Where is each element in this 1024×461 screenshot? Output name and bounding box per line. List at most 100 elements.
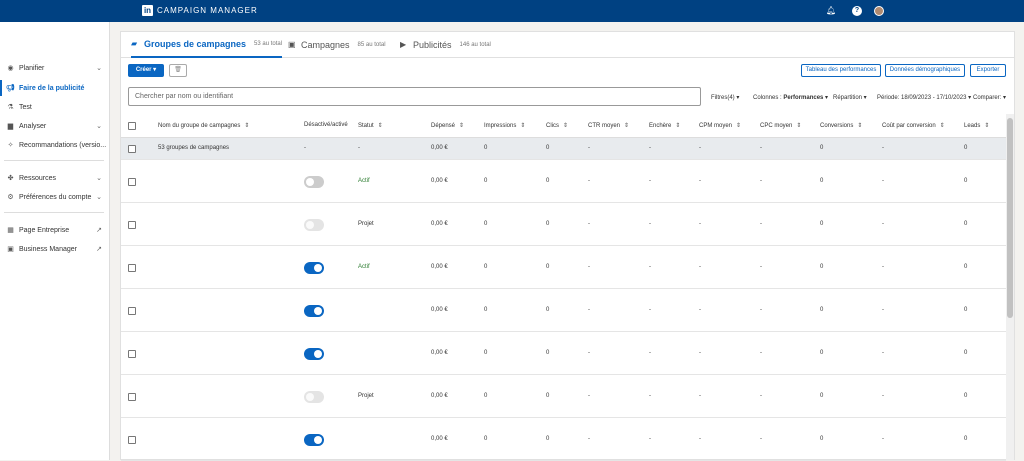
row-checkbox[interactable]: [128, 264, 136, 272]
select-all-checkbox[interactable]: [128, 122, 136, 130]
status-toggle[interactable]: [304, 262, 324, 274]
col-bid[interactable]: Enchère ⇕: [649, 122, 680, 129]
row-cost-per-conv: -: [882, 436, 884, 442]
gear-icon: ⚙: [7, 193, 14, 201]
compare-label: Comparer:: [973, 95, 1002, 101]
tab-groupes-de-campagnes[interactable]: ▰ Groupes de campagnes 53 au total: [131, 32, 283, 58]
row-checkbox[interactable]: [128, 436, 136, 444]
bell-icon[interactable]: 🔔︎: [826, 6, 836, 16]
sidebar-item-label: Recommandations (versio...: [19, 141, 107, 149]
toggle-knob: [314, 307, 322, 315]
create-label: Créer: [135, 67, 152, 73]
row-cost-per-conv: -: [882, 307, 884, 313]
sidebar-item-analyser[interactable]: ▆ Analyser ⌄: [0, 118, 110, 134]
sidebar-item-business-manager[interactable]: ▣ Business Manager ↗: [0, 241, 110, 257]
table-row[interactable]: Projet 0,00 € 0 0 - - - - 0 - 0: [121, 203, 1006, 246]
table-row[interactable]: Actif 0,00 € 0 0 - - - - 0 - 0: [121, 246, 1006, 289]
col-conversions[interactable]: Conversions ⇕: [820, 122, 862, 129]
table-row[interactable]: 0,00 € 0 0 - - - - 0 - 0: [121, 418, 1006, 461]
scrollbar[interactable]: [1006, 114, 1014, 460]
sidebar-item-label: Préférences du compte: [19, 193, 92, 201]
tab-label: Groupes de campagnes: [144, 39, 247, 49]
col-name[interactable]: Nom du groupe de campagnes ⇕: [158, 122, 249, 129]
demographics-button[interactable]: Données démographiques: [885, 64, 965, 77]
search-input[interactable]: Chercher par nom ou identifiant: [128, 87, 701, 106]
summary-ctr: -: [588, 145, 590, 151]
row-leads: 0: [964, 436, 968, 442]
row-clicks: 0: [546, 221, 550, 227]
building-icon: ▦: [7, 226, 14, 234]
row-checkbox[interactable]: [128, 145, 136, 153]
sort-icon: ⇕: [857, 123, 863, 129]
col-cpm[interactable]: CPM moyen ⇕: [699, 122, 741, 129]
sidebar-item-label: Test: [19, 103, 32, 111]
sidebar-item-recommandations[interactable]: ✧ Recommandations (versio...: [0, 137, 110, 153]
row-status: Projet: [358, 393, 374, 399]
scrollbar-thumb[interactable]: [1007, 118, 1013, 318]
performance-chart-button[interactable]: Tableau des performances: [801, 64, 881, 77]
row-checkbox[interactable]: [128, 307, 136, 315]
summary-cpm: -: [699, 145, 701, 151]
period-dropdown[interactable]: Période: 18/09/2023 - 17/10/2023 ▾: [877, 94, 971, 101]
col-clicks[interactable]: Clics ⇕: [546, 122, 568, 129]
row-checkbox[interactable]: [128, 221, 136, 229]
row-bid: -: [649, 393, 651, 399]
status-toggle[interactable]: [304, 305, 324, 317]
row-cost-per-conv: -: [882, 393, 884, 399]
help-icon[interactable]: ?: [852, 6, 862, 16]
columns-dropdown[interactable]: Colonnes : Performances ▾: [753, 94, 828, 101]
col-leads[interactable]: Leads ⇕: [964, 122, 989, 129]
table-row[interactable]: 0,00 € 0 0 - - - - 0 - 0: [121, 289, 1006, 332]
sidebar-item-preferences[interactable]: ⚙ Préférences du compte ⌄: [0, 189, 110, 205]
row-cost-per-conv: -: [882, 350, 884, 356]
shapes-icon: ✤: [7, 174, 14, 182]
sidebar-item-ressources[interactable]: ✤ Ressources ⌄: [0, 170, 110, 186]
sidebar-item-planifier[interactable]: ◉ Planifier ⌄: [0, 60, 110, 76]
col-impressions[interactable]: Impressions ⇕: [484, 122, 525, 129]
row-leads: 0: [964, 221, 968, 227]
row-impressions: 0: [484, 393, 488, 399]
toggle-knob: [314, 264, 322, 272]
sidebar-item-faire-de-la-publicite[interactable]: 📢︎ Faire de la publicité: [0, 80, 110, 96]
row-checkbox[interactable]: [128, 350, 136, 358]
status-toggle[interactable]: [304, 348, 324, 360]
row-spent: 0,00 €: [431, 264, 448, 270]
status-toggle[interactable]: [304, 219, 324, 231]
toggle-knob: [306, 393, 314, 401]
row-cpc: -: [760, 221, 762, 227]
filters-dropdown[interactable]: Filtres(4) ▾: [711, 94, 739, 101]
status-toggle[interactable]: [304, 176, 324, 188]
create-button[interactable]: Créer ▾: [128, 64, 164, 77]
col-status[interactable]: Statut ⇕: [358, 122, 383, 129]
delete-button[interactable]: 🗑︎: [169, 64, 187, 77]
table-row[interactable]: 0,00 € 0 0 - - - - 0 - 0: [121, 332, 1006, 375]
col-ctr[interactable]: CTR moyen ⇕: [588, 122, 629, 129]
row-conversions: 0: [820, 178, 824, 184]
sort-icon: ⇕: [563, 123, 569, 129]
row-cpc: -: [760, 264, 762, 270]
sidebar-item-test[interactable]: ⚗ Test: [0, 99, 110, 115]
breakdown-dropdown[interactable]: Répartition ▾: [833, 94, 867, 101]
export-button[interactable]: Exporter: [970, 64, 1006, 77]
table-row[interactable]: Actif 0,00 € 0 0 - - - - 0 - 0: [121, 160, 1006, 203]
status-toggle[interactable]: [304, 434, 324, 446]
avatar[interactable]: [874, 6, 884, 16]
table-row[interactable]: Projet 0,00 € 0 0 - - - - 0 - 0: [121, 375, 1006, 418]
tab-campagnes[interactable]: ▣ Campagnes 85 au total: [288, 32, 386, 58]
col-toggle[interactable]: Désactivé/activé: [304, 122, 348, 128]
col-cpc[interactable]: CPC moyen ⇕: [760, 122, 801, 129]
app-logo[interactable]: in CAMPAIGN MANAGER: [142, 5, 258, 16]
status-toggle[interactable]: [304, 391, 324, 403]
row-checkbox[interactable]: [128, 178, 136, 186]
compare-dropdown[interactable]: Comparer: ▾: [973, 94, 1006, 101]
row-bid: -: [649, 264, 651, 270]
tab-publicites[interactable]: ▶ Publicités 146 au total: [400, 32, 491, 58]
row-checkbox[interactable]: [128, 393, 136, 401]
col-label: Leads: [964, 123, 981, 129]
sort-icon: ⇕: [244, 123, 250, 129]
sidebar-divider: [4, 160, 104, 161]
col-spent[interactable]: Dépensé ⇕: [431, 122, 464, 129]
col-cost-per-conversion[interactable]: Coût par conversion ⇕: [882, 122, 945, 129]
sidebar-item-page-entreprise[interactable]: ▦ Page Entreprise ↗: [0, 222, 110, 238]
columns-label: Colonnes :: [753, 95, 784, 101]
